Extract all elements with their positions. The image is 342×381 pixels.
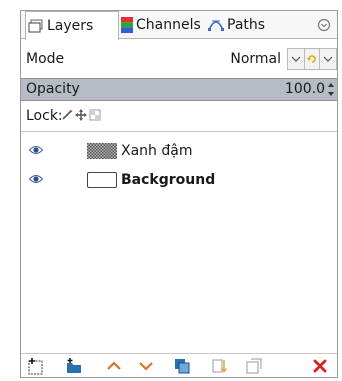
layer-thumbnail-pattern — [87, 143, 117, 159]
mode-dropdown-button[interactable] — [287, 48, 305, 70]
tab-paths-label: Paths — [227, 17, 266, 33]
tab-channels-label: Channels — [136, 17, 201, 33]
layer-name: Background — [121, 172, 216, 188]
chevron-down-icon — [323, 56, 333, 62]
tab-layers[interactable]: Layers — [25, 11, 119, 40]
channels-icon — [121, 17, 133, 33]
anchor-layer-icon[interactable] — [211, 357, 229, 375]
paths-icon — [208, 20, 224, 31]
layer-name: Xanh đậm — [121, 143, 193, 159]
layers-toolbar — [21, 353, 337, 377]
layer-row[interactable]: Xanh đậm — [21, 136, 337, 166]
reset-icon — [307, 55, 316, 63]
mode-row: Mode Normal — [21, 45, 337, 73]
duplicate-layer-icon[interactable] — [173, 357, 191, 375]
layer-thumbnail-white — [87, 172, 117, 188]
layer-row[interactable]: Background — [21, 165, 337, 195]
new-group-icon[interactable] — [65, 357, 83, 375]
lock-row: Lock: — [21, 104, 337, 128]
layers-list: Xanh đậm Background — [21, 131, 337, 351]
raise-layer-icon[interactable] — [105, 357, 123, 375]
lower-layer-icon[interactable] — [137, 357, 155, 375]
tab-paths[interactable]: Paths — [208, 11, 278, 39]
new-layer-icon[interactable] — [27, 357, 45, 375]
lock-label: Lock: — [26, 108, 63, 124]
mode-select[interactable]: Normal — [221, 48, 283, 70]
opacity-slider[interactable]: Opacity 100.0 — [21, 78, 337, 101]
spin-arrows-icon[interactable] — [327, 81, 335, 98]
chevron-down-icon — [291, 56, 301, 62]
mode-label: Mode — [26, 51, 65, 67]
eye-icon[interactable] — [29, 174, 43, 184]
eye-icon[interactable] — [29, 145, 43, 155]
opacity-label: Opacity — [26, 81, 80, 97]
opacity-value: 100.0 — [284, 81, 325, 97]
tab-menu-icon[interactable] — [317, 18, 331, 32]
composite-mode-dropdown-button[interactable] — [319, 48, 337, 70]
tab-layers-label: Layers — [47, 18, 94, 34]
mode-value: Normal — [230, 51, 281, 67]
lock-position-icon[interactable] — [75, 109, 87, 121]
layers-dock-panel: Layers Channels Paths Mode Normal Opacit… — [20, 10, 338, 378]
dock-tabs: Layers Channels Paths — [21, 11, 337, 40]
mask-icon[interactable] — [245, 357, 263, 375]
tab-channels[interactable]: Channels — [121, 11, 205, 39]
mode-reset-button[interactable] — [305, 48, 319, 70]
lock-pixels-icon[interactable] — [61, 109, 73, 121]
layers-icon — [28, 19, 43, 33]
delete-layer-icon[interactable] — [311, 357, 329, 375]
lock-alpha-icon[interactable] — [89, 109, 101, 121]
